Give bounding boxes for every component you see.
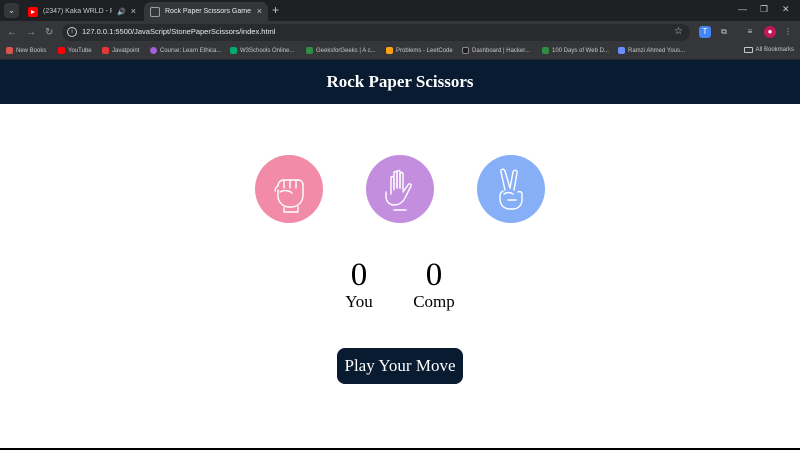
bookmark-item[interactable]: Javatpoint	[102, 47, 139, 54]
javatpoint-icon	[102, 47, 109, 54]
game-message: Play Your Move	[337, 348, 463, 384]
folder-icon	[743, 47, 753, 53]
back-icon[interactable]: ←	[7, 26, 17, 39]
tab-rock-paper-scissors[interactable]: Rock Paper Scissors Game ×	[144, 2, 268, 21]
all-bookmarks[interactable]: All Bookmarks	[743, 47, 794, 53]
browser-toolbar: ← → ↻ i 127.0.0.1:5500/JavaScript/StoneP…	[0, 21, 800, 44]
game-page: Rock Paper Scissors 0 You 0 Comp Play Yo…	[0, 60, 800, 450]
close-tab-icon[interactable]: ×	[257, 7, 262, 16]
bookmark-item[interactable]: W3Schools Online...	[230, 47, 294, 54]
geeksforgeeks-icon	[306, 47, 313, 54]
bookmarks-bar: New Books YouTube Javatpoint Course: Lea…	[0, 44, 800, 60]
site-info-icon[interactable]: i	[67, 27, 77, 37]
bookmark-item[interactable]: 100 Days of Web D...	[542, 47, 609, 54]
address-bar[interactable]: i 127.0.0.1:5500/JavaScript/StonePaperSc…	[62, 24, 690, 41]
bookmark-item[interactable]: New Books	[6, 47, 46, 54]
bookmark-favicon-icon	[618, 47, 625, 54]
bookmark-item[interactable]: Dashboard | Hacker...	[462, 47, 530, 54]
hackerrank-icon	[462, 47, 469, 54]
close-window-icon[interactable]: ✕	[782, 4, 790, 15]
reload-icon[interactable]: ↻	[45, 26, 53, 39]
paper-choice[interactable]	[366, 155, 434, 223]
minimize-icon[interactable]: —	[738, 4, 747, 14]
bookmark-item[interactable]: Problems - LeetCode	[386, 47, 453, 54]
bookmark-favicon-icon	[6, 47, 13, 54]
tab-title: (2347) Kaka WRLD - Radhu	[43, 8, 112, 15]
bookmark-item[interactable]: Course: Learn Ethica...	[150, 47, 221, 54]
browser-tab-bar: ⌄ (2347) Kaka WRLD - Radhu 🔊 × Rock Pape…	[0, 0, 800, 21]
user-score-label: You	[345, 292, 373, 311]
comp-score: 0	[425, 257, 443, 293]
bookmark-item[interactable]: GeeksforGeeks | A c...	[306, 47, 376, 54]
victory-hand-icon	[499, 168, 523, 210]
course-icon	[150, 47, 157, 54]
open-hand-icon	[385, 169, 412, 211]
tab-title: Rock Paper Scissors Game	[165, 8, 251, 15]
menu-dots-icon[interactable]: ⋮	[782, 26, 794, 38]
globe-icon	[150, 6, 160, 17]
bookmark-favicon-icon	[542, 47, 549, 54]
fist-icon	[274, 179, 304, 213]
bookmark-item[interactable]: YouTube	[58, 47, 92, 54]
translate-icon[interactable]: T	[699, 26, 711, 38]
scissors-choice[interactable]	[477, 155, 545, 223]
w3schools-icon	[230, 47, 237, 54]
tab-youtube[interactable]: (2347) Kaka WRLD - Radhu 🔊 ×	[22, 2, 142, 21]
media-controls-icon[interactable]: ≡	[744, 26, 756, 38]
bookmark-star-icon[interactable]: ☆	[674, 26, 683, 37]
new-tab-icon[interactable]: +	[272, 3, 279, 18]
comp-score-block: 0 Comp	[409, 258, 459, 312]
address-url[interactable]: 127.0.0.1:5500/JavaScript/StonePaperScis…	[82, 27, 275, 36]
tab-search-icon[interactable]: ⌄	[4, 3, 19, 18]
rock-choice[interactable]	[255, 155, 323, 223]
speaker-icon[interactable]: 🔊	[117, 8, 126, 16]
page-title: Rock Paper Scissors	[326, 72, 474, 91]
forward-icon[interactable]: →	[26, 26, 36, 39]
user-score: 0	[350, 257, 368, 293]
page-header: Rock Paper Scissors	[0, 60, 800, 104]
close-tab-icon[interactable]: ×	[131, 7, 136, 16]
youtube-icon	[28, 6, 38, 17]
extensions-icon[interactable]: ⧉	[718, 26, 730, 38]
youtube-icon	[58, 47, 65, 54]
user-score-block: 0 You	[334, 258, 384, 312]
profile-avatar-icon[interactable]: ●	[764, 26, 776, 38]
leetcode-icon	[386, 47, 393, 54]
comp-score-label: Comp	[413, 292, 455, 311]
bookmark-item[interactable]: Ramzi Ahmed Yous...	[618, 47, 685, 54]
restore-icon[interactable]: ❐	[760, 4, 768, 15]
